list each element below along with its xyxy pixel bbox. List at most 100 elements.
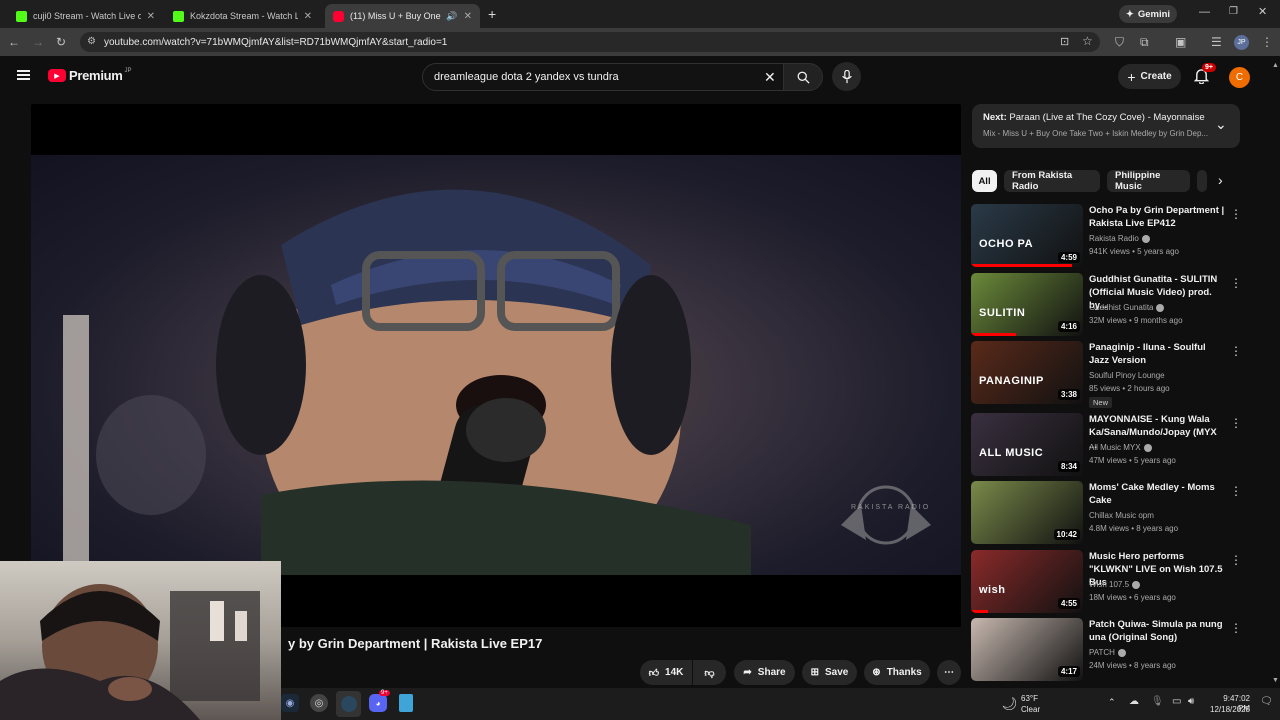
minimize-icon[interactable]: — — [1199, 6, 1210, 18]
video-thumbnail[interactable]: ALL MUSIC 8:34 — [971, 413, 1083, 476]
channel-name[interactable]: Guddhist Gunatita — [1089, 303, 1165, 312]
voice-search-button[interactable] — [832, 62, 861, 91]
channel-name[interactable]: Chillax Music opm — [1089, 511, 1154, 520]
search-button[interactable] — [783, 63, 823, 91]
recommendation-card[interactable]: OCHO PA 4:59 Ocho Pa by Grin Department | … — [971, 204, 1242, 268]
onedrive-icon[interactable]: ☁ — [1129, 696, 1139, 707]
chip-partial[interactable] — [1197, 170, 1207, 192]
channel-name[interactable]: Rakista Radio — [1089, 234, 1150, 243]
clock-date[interactable]: 12/18/2025 — [1210, 705, 1250, 715]
bookmark-star-icon[interactable]: ☆ — [1082, 34, 1093, 48]
menu-kebab-icon[interactable]: ⋮ — [1261, 35, 1273, 49]
reload-icon[interactable]: ↻ — [56, 35, 66, 49]
recommendation-title[interactable]: Ocho Pa by Grin Department | Rakista Liv… — [1089, 204, 1225, 230]
dislike-button[interactable]: 👎︎ — [693, 660, 726, 685]
more-options-icon[interactable]: ⋮ — [1230, 277, 1242, 289]
channel-name[interactable]: All Music MYX — [1089, 443, 1152, 452]
more-actions-button[interactable]: ⋯ — [937, 660, 961, 685]
video-thumbnail[interactable]: 4:17 — [971, 618, 1083, 681]
close-icon[interactable]: ✕ — [298, 11, 312, 22]
extensions-icon[interactable]: ⧉ — [1140, 35, 1149, 49]
weather-desc: Clear — [1021, 705, 1041, 714]
restore-icon[interactable]: ❐ — [1229, 6, 1238, 17]
reading-list-icon[interactable]: ☰ — [1211, 35, 1222, 49]
scroll-down-arrow-icon[interactable]: ▼ — [1272, 677, 1279, 684]
video-player[interactable]: RAKISTA RADIO — [31, 104, 961, 627]
recommendation-title[interactable]: Patch Quiwa- Simula pa nung una (Origina… — [1089, 618, 1225, 644]
discord-icon[interactable]: ◕ 9+ — [369, 690, 390, 712]
network-icon[interactable]: ▭ — [1172, 696, 1181, 707]
browser-tab-2[interactable]: Kokzdota Stream - Watch Live on Kick ✕ — [165, 4, 320, 28]
video-thumbnail[interactable]: 10:42 — [971, 481, 1083, 544]
youtube-logo[interactable]: ▶ Premium JP — [48, 68, 132, 83]
more-options-icon[interactable]: ⋮ — [1230, 554, 1242, 566]
clear-search-icon[interactable]: ✕ — [764, 69, 776, 86]
browser-tab-1[interactable]: cuji0 Stream - Watch Live on Kick ✕ — [8, 4, 163, 28]
channel-name[interactable]: PATCH — [1089, 648, 1126, 657]
forward-icon[interactable]: → — [32, 35, 44, 49]
video-thumbnail[interactable]: SULITIN 4:16 — [971, 273, 1083, 336]
duration-badge: 4:59 — [1057, 252, 1080, 263]
window-close-icon[interactable]: ✕ — [1258, 5, 1267, 18]
chevron-right-icon[interactable]: › — [1218, 172, 1223, 188]
browser-tab-3[interactable]: (11) Miss U + Buy One Take Two 🔊 ✕ — [325, 4, 480, 28]
chevron-down-icon[interactable]: ⌄ — [1215, 116, 1227, 133]
recommendation-card[interactable]: PANAGINIP 3:38 Panaginip - Iluna - Soulful… — [971, 341, 1242, 408]
chip-all[interactable]: All — [972, 170, 997, 192]
tray-overflow-icon[interactable]: ⌃ — [1108, 697, 1116, 708]
browser-tab-strip: cuji0 Stream - Watch Live on Kick ✕ Kokz… — [0, 0, 1280, 28]
notepad-icon[interactable] — [399, 694, 413, 712]
chip-from-rakista-radio[interactable]: From Rakista Radio — [1004, 170, 1100, 192]
video-thumbnail[interactable]: wish 4:55 — [971, 550, 1083, 613]
page-scrollbar[interactable]: ▲ ▼ — [1271, 62, 1280, 688]
recommendation-card[interactable]: ALL MUSIC 8:34 MAYONNAISE - Kung Wala Ka/S… — [971, 413, 1242, 477]
chrome-icon[interactable]: ◎ — [310, 694, 328, 712]
speaker-icon[interactable]: 🔊 — [446, 11, 457, 22]
microphone-tray-icon[interactable]: 🎙︎ — [1151, 696, 1164, 707]
more-options-icon[interactable]: ⋮ — [1230, 345, 1242, 357]
close-icon[interactable]: ✕ — [141, 11, 155, 22]
close-icon[interactable]: ✕ — [458, 11, 472, 22]
more-options-icon[interactable]: ⋮ — [1230, 485, 1242, 497]
notification-center-icon[interactable]: 🗨︎ — [1260, 696, 1273, 707]
recommendation-title[interactable]: Moms' Cake Medley - Moms Cake — [1089, 481, 1225, 507]
steam-icon[interactable]: ◉ — [281, 694, 299, 712]
steam-active-icon[interactable] — [336, 691, 361, 717]
thanks-button[interactable]: ⊛ Thanks — [864, 660, 930, 685]
share-button[interactable]: ➦ Share — [734, 660, 795, 685]
more-options-icon[interactable]: ⋮ — [1230, 208, 1242, 220]
hamburger-menu-icon[interactable] — [17, 70, 30, 80]
back-icon[interactable]: ← — [8, 35, 20, 49]
save-button[interactable]: ⊞ Save — [802, 660, 857, 685]
up-next-card[interactable]: Next: Paraan (Live at The Cozy Cove) - M… — [972, 104, 1240, 148]
install-app-icon[interactable]: ⊡ — [1060, 35, 1069, 48]
recommendation-card[interactable]: SULITIN 4:16 Guddhist Gunatita - SULITIN (… — [971, 273, 1242, 337]
new-tab-icon[interactable]: + — [488, 6, 496, 22]
recommendation-title[interactable]: Panaginip - Iluna - Soulful Jazz Version — [1089, 341, 1225, 367]
microphone-icon — [841, 69, 852, 83]
recommendation-card[interactable]: wish 4:55 Music Hero performs "KLWKN" LIVE… — [971, 550, 1242, 614]
create-button[interactable]: + Create — [1118, 64, 1181, 89]
like-button[interactable]: 👍︎ 14K — [640, 660, 692, 685]
channel-name[interactable]: Soulful Pinoy Lounge — [1089, 371, 1165, 380]
volume-icon[interactable]: 🔊︎ — [1188, 696, 1194, 707]
profile-avatar[interactable]: JP — [1234, 35, 1249, 50]
site-info-icon[interactable]: ⚙ — [87, 36, 96, 47]
more-options-icon[interactable]: ⋮ — [1230, 622, 1242, 634]
address-bar[interactable]: ⚙ youtube.com/watch?v=71bWMQjmfAY&list=R… — [80, 32, 1100, 52]
video-thumbnail[interactable]: PANAGINIP 3:38 — [971, 341, 1083, 404]
channel-name[interactable]: Wish 107.5 — [1089, 580, 1141, 589]
video-thumbnail[interactable]: OCHO PA 4:59 — [971, 204, 1083, 267]
chip-philippine-music[interactable]: Philippine Music — [1107, 170, 1190, 192]
more-options-icon[interactable]: ⋮ — [1230, 417, 1242, 429]
recommendation-card[interactable]: 10:42 Moms' Cake Medley - Moms Cake Chilla… — [971, 481, 1242, 545]
media-icon[interactable]: ▣ — [1175, 35, 1186, 49]
channel-watermark: RAKISTA RADIO — [851, 504, 931, 511]
shield-icon[interactable]: ⛉ — [1115, 35, 1124, 49]
notifications-button[interactable]: 9+ — [1193, 63, 1216, 85]
recommendation-card[interactable]: 4:17 Patch Quiwa- Simula pa nung una (Ori… — [971, 618, 1242, 682]
account-avatar[interactable]: C — [1229, 67, 1250, 88]
gemini-button[interactable]: ✦ Gemini — [1119, 5, 1177, 23]
scroll-up-arrow-icon[interactable]: ▲ — [1272, 62, 1279, 69]
search-input[interactable]: dreamleague dota 2 yandex vs tundra ✕ — [422, 63, 784, 91]
